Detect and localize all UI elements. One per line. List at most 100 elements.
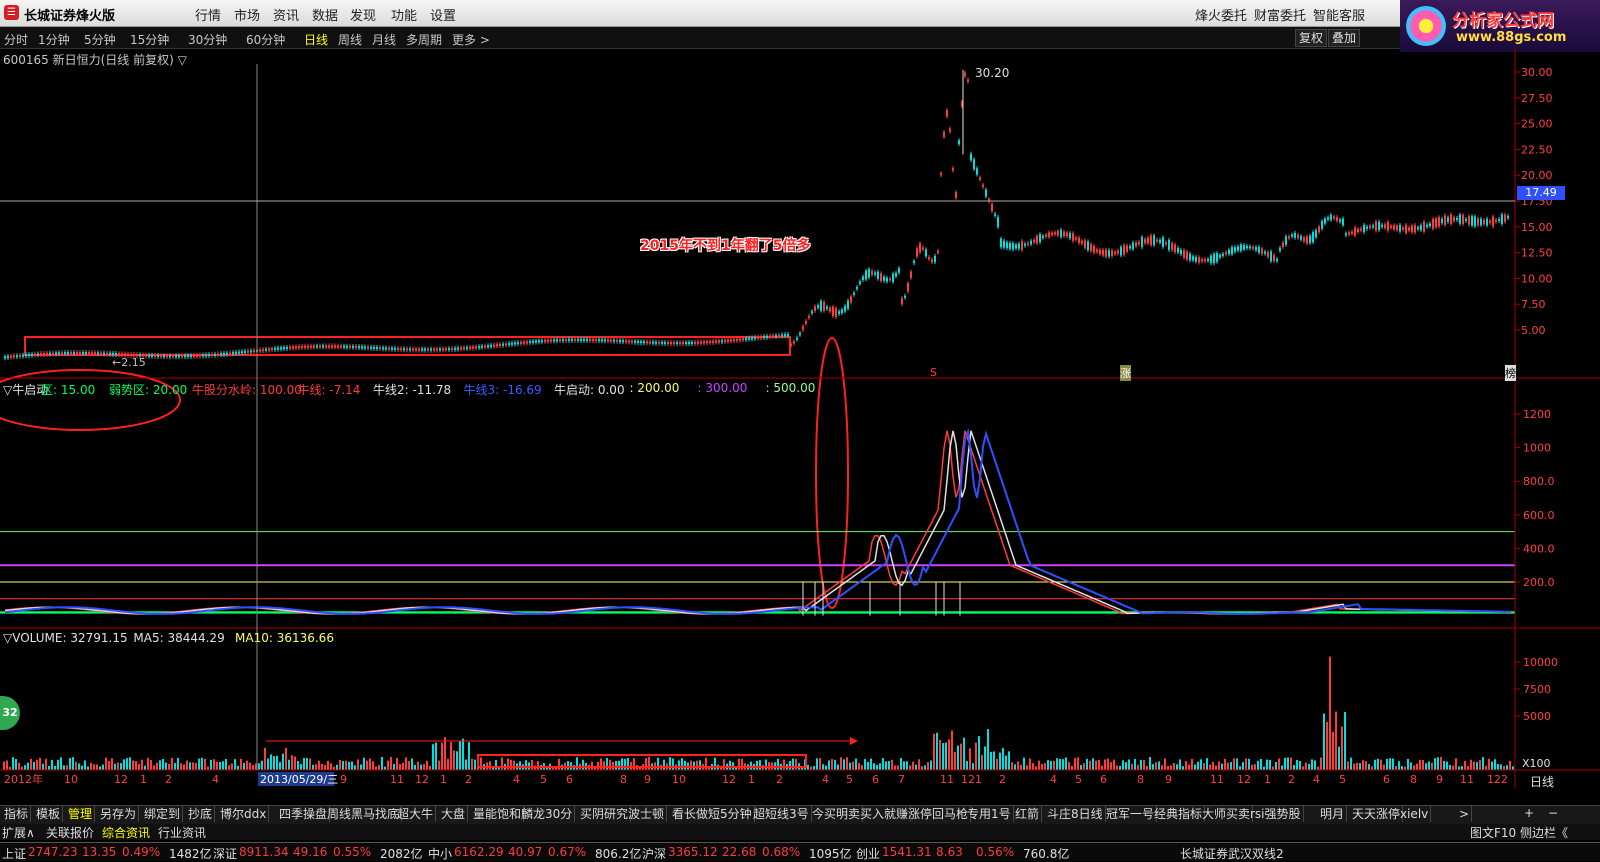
volume-bar — [507, 758, 509, 770]
indicator-tab-10[interactable]: 大盘 — [439, 806, 469, 822]
period-tab-6[interactable]: 日线 — [304, 31, 328, 48]
candle-body — [1000, 238, 1002, 248]
toolbar-1[interactable]: 叠加 — [1328, 29, 1361, 47]
menu-item-4[interactable]: 发现 — [350, 5, 376, 24]
menu-item-1[interactable]: 市场 — [234, 5, 260, 24]
indicator-tab-5[interactable]: 抄底 — [186, 806, 216, 822]
volume-bar — [822, 764, 824, 770]
volume-bar — [1353, 763, 1355, 770]
indicator-tab-29[interactable]: xielv — [1398, 806, 1432, 822]
volume-bar — [1488, 758, 1490, 770]
candle-body — [76, 351, 78, 354]
volume-bar — [438, 760, 440, 770]
period-tab-8[interactable]: 月线 — [372, 31, 396, 48]
period-tab-4[interactable]: 30分钟 — [188, 31, 227, 48]
sub-tab-3[interactable]: 行业资讯 — [158, 824, 206, 841]
indicator-tab-17[interactable]: 今买明卖 — [810, 806, 864, 822]
volume-bar — [327, 760, 329, 770]
tab-add-button[interactable]: + — [1524, 806, 1534, 820]
indicator-tab-18[interactable]: 买入就赚 — [858, 806, 912, 822]
indicator-legend-item: 牛线: -7.14 — [297, 383, 361, 397]
indicator-tab-26[interactable]: rsi强势股 — [1248, 806, 1304, 822]
sub-tab-right-1[interactable]: 侧边栏《 — [1520, 824, 1568, 841]
menu-item-3[interactable]: 数据 — [312, 5, 338, 24]
volume-bar — [891, 759, 893, 770]
menu-right-item-2[interactable]: 智能客服 — [1313, 5, 1365, 24]
volume-bar — [831, 759, 833, 770]
indicator-tab-3[interactable]: 另存为 — [98, 806, 140, 822]
volume-bar — [972, 763, 974, 770]
date-label: 11 — [390, 773, 404, 786]
candle-body — [463, 347, 465, 350]
indicator-tab-23[interactable]: 冠军一号 — [1104, 806, 1158, 822]
volume-bar — [231, 763, 233, 770]
sub-tab-2[interactable]: 综合资讯 — [102, 824, 150, 841]
indicator-tab-15[interactable]: 看长做短5分钟 — [670, 806, 755, 822]
period-tab-2[interactable]: 5分钟 — [84, 31, 116, 48]
indicator-tab-4[interactable]: 绑定到 — [142, 806, 184, 822]
candle-body — [190, 354, 192, 357]
indicator-tab-6[interactable]: 博尔ddx — [218, 806, 270, 822]
menu-item-0[interactable]: 行情 — [195, 5, 221, 24]
indicator-tab-2[interactable]: 管理 — [66, 806, 96, 822]
indicator-tab-7[interactable]: 四季操盘 — [277, 806, 331, 822]
indicator-tab-27[interactable]: 明月 — [1318, 806, 1348, 822]
price-tick-label: 25.00 — [1521, 118, 1553, 131]
sub-tab-0[interactable]: 扩展∧ — [2, 824, 35, 841]
volume-bar — [249, 762, 251, 770]
period-tab-9[interactable]: 多周期 — [406, 31, 442, 48]
menu-item-2[interactable]: 资讯 — [273, 5, 299, 24]
indicator-tab-13[interactable]: 买阴研究 — [578, 806, 632, 822]
indicator-tab-11[interactable]: 量能饱和 — [471, 806, 525, 822]
candle-body — [586, 338, 588, 341]
indicator-tab-22[interactable]: 斗庄8日线 — [1045, 806, 1106, 822]
period-tab-10[interactable]: 更多 > — [452, 31, 490, 48]
indicator-tab-19[interactable]: 涨停回马枪 — [906, 806, 972, 822]
candle-body — [553, 339, 555, 342]
menu-right-item-0[interactable]: 烽火委托 — [1195, 5, 1247, 24]
indicator-tab-20[interactable]: 专用1号 — [965, 806, 1014, 822]
brand-logo[interactable]: 分析家公式网 www.88gs.com — [1400, 0, 1600, 52]
volume-bar — [396, 757, 398, 770]
indicator-tab-1[interactable]: 模板 — [34, 806, 64, 822]
candle-body — [886, 277, 888, 282]
candle-body — [616, 339, 618, 342]
candle-body — [658, 341, 660, 344]
indicator-tab-30[interactable]: > — [1457, 806, 1473, 822]
period-tab-5[interactable]: 60分钟 — [246, 31, 285, 48]
candle-body — [388, 347, 390, 350]
indicator-tab-28[interactable]: 天天涨停 — [1350, 806, 1404, 822]
volume-bar — [681, 758, 683, 770]
period-tab-3[interactable]: 15分钟 — [130, 31, 169, 48]
menu-item-5[interactable]: 功能 — [391, 5, 417, 24]
candle-body — [64, 352, 66, 355]
candle-body — [829, 307, 831, 312]
menu-right-item-1[interactable]: 财富委托 — [1254, 5, 1306, 24]
tab-remove-button[interactable]: − — [1548, 806, 1558, 820]
indicator-tab-0[interactable]: 指标 — [2, 806, 32, 822]
candle-body — [1390, 225, 1392, 228]
indicator-tab-21[interactable]: 红箭 — [1013, 806, 1043, 822]
sub-tab-right-0[interactable]: 图文F10 — [1470, 824, 1516, 841]
period-tab-0[interactable]: 分时 — [4, 31, 28, 48]
indicator-tab-12[interactable]: 麟龙30分 — [519, 806, 576, 822]
indicator-tab-16[interactable]: 超短线3号 — [751, 806, 812, 822]
indicator-tab-8[interactable]: 周线黑马找底 — [325, 806, 403, 822]
indicator-tab-9[interactable]: 超大牛 — [395, 806, 437, 822]
menu-item-6[interactable]: 设置 — [430, 5, 456, 24]
indicator-tab-24[interactable]: 经典指标 — [1152, 806, 1206, 822]
server-name[interactable]: 长城证券武汉双线2 — [1180, 845, 1284, 862]
volume-bar — [741, 758, 743, 770]
toolbar-0[interactable]: 复权 — [1295, 29, 1328, 47]
chart-area[interactable]: 30.0027.5025.0022.5020.0017.5015.0012.50… — [0, 48, 1600, 803]
candle-body — [424, 348, 426, 351]
candle-body — [1093, 245, 1095, 253]
candle-body — [856, 287, 858, 290]
period-tab-7[interactable]: 周线 — [338, 31, 362, 48]
indicator-tab-14[interactable]: 波士顿 — [626, 806, 668, 822]
candle-body — [1057, 231, 1059, 236]
period-tab-1[interactable]: 1分钟 — [38, 31, 70, 48]
sub-tab-1[interactable]: 关联报价 — [46, 824, 94, 841]
indicator-tab-25[interactable]: 大师买卖 — [1200, 806, 1254, 822]
volume-bar — [1356, 762, 1358, 770]
